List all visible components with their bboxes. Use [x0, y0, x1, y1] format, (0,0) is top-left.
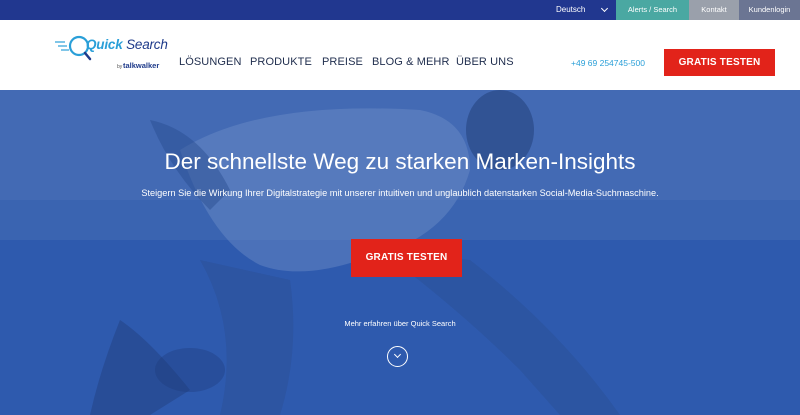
alerts-search-link[interactable]: Alerts / Search	[616, 0, 689, 20]
logo-search: Search	[126, 37, 168, 52]
scroll-down-button[interactable]	[387, 346, 408, 367]
kontakt-link[interactable]: Kontakt	[689, 0, 739, 20]
quick-search-logo[interactable]: Quick Search by talkwalker	[55, 32, 168, 80]
hero-section: Der schnellste Weg zu starken Marken-Ins…	[0, 90, 800, 415]
nav-item-loesungen[interactable]: LÖSUNGEN	[179, 56, 242, 68]
hero-subtitle: Steigern Sie die Wirkung Ihrer Digitalst…	[141, 188, 659, 198]
header-gratis-testen-button[interactable]: GRATIS TESTEN	[664, 49, 775, 76]
logo-quick: Quick	[86, 37, 123, 52]
logo-parent-brand: talkwalker	[123, 61, 160, 70]
language-label: Deutsch	[556, 5, 586, 14]
phone-number-link[interactable]: +49 69 254745-500	[571, 58, 645, 68]
language-selector[interactable]: Deutsch	[556, 0, 616, 20]
nav-item-preise[interactable]: PREISE	[322, 56, 363, 68]
hero-gratis-testen-button[interactable]: GRATIS TESTEN	[351, 239, 462, 277]
logo-by: by	[117, 64, 123, 70]
kundenlogin-link[interactable]: Kundenlogin	[739, 0, 800, 20]
learn-more-link[interactable]: Mehr erfahren über Quick Search	[0, 319, 800, 328]
hero-title: Der schnellste Weg zu starken Marken-Ins…	[164, 149, 636, 174]
main-header: Quick Search by talkwalker LÖSUNGEN PROD…	[0, 20, 800, 90]
logo-wordmark: Quick Search	[86, 37, 168, 52]
nav-item-ueber-uns[interactable]: ÜBER UNS	[456, 56, 514, 68]
nav-item-blog-mehr[interactable]: BLOG & MEHR	[372, 56, 450, 68]
chevron-down-circle-icon	[393, 350, 402, 359]
chevron-down-icon	[600, 4, 609, 13]
nav-item-produkte[interactable]: PRODUKTE	[250, 56, 312, 68]
